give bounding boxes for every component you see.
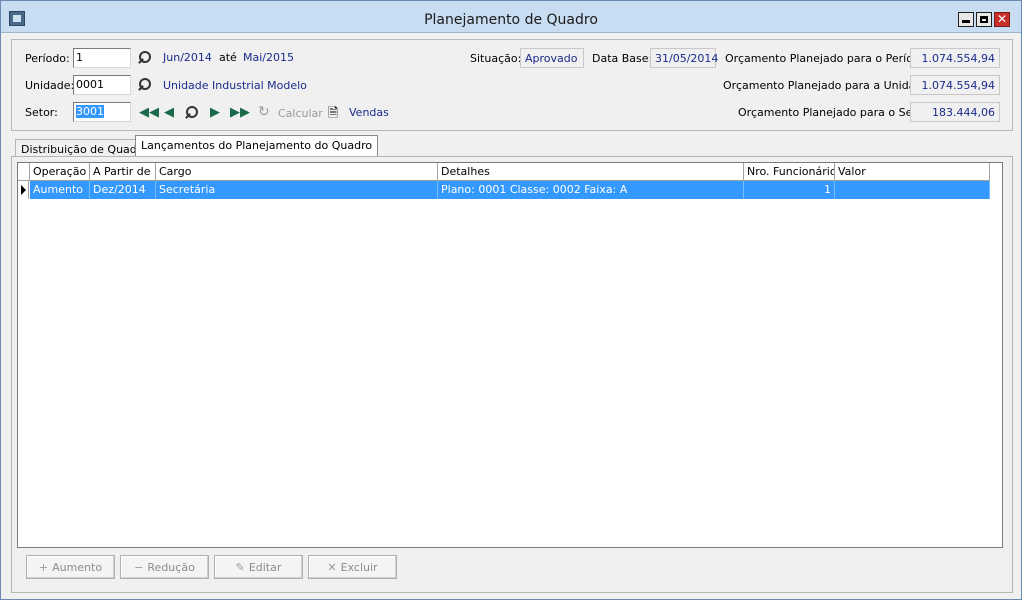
col-operacao[interactable]: Operação bbox=[30, 163, 90, 181]
unidade-nome: Unidade Industrial Modelo bbox=[163, 79, 307, 92]
grid-header-indicator bbox=[18, 163, 30, 181]
ate-label: até bbox=[219, 51, 237, 64]
reducao-button[interactable]: − Redução bbox=[120, 555, 209, 579]
vendas-link[interactable]: Vendas bbox=[349, 106, 389, 119]
orc-periodo-label: Orçamento Planejado para o Período: bbox=[725, 52, 931, 65]
excluir-button[interactable]: ✕ Excluir bbox=[308, 555, 397, 579]
col-cargo[interactable]: Cargo bbox=[156, 163, 438, 181]
cell-operacao[interactable]: Aumento bbox=[30, 181, 90, 199]
tab-distribuicao[interactable]: Distribuição de Quadro bbox=[15, 139, 154, 157]
setor-input[interactable]: 3001 bbox=[73, 102, 131, 122]
title-bar[interactable]: Planejamento de Quadro ✕ bbox=[1, 1, 1021, 33]
cell-detalhes[interactable]: Plano: 0001 Classe: 0002 Faixa: A bbox=[438, 181, 744, 199]
unidade-label: Unidade: bbox=[25, 79, 75, 92]
setor-search-icon[interactable] bbox=[185, 106, 199, 120]
periodo-search-icon[interactable] bbox=[138, 51, 152, 65]
close-icon: ✕ bbox=[996, 12, 1008, 26]
previous-record-icon[interactable]: ◀ bbox=[164, 105, 174, 120]
pencil-icon: ✎ bbox=[235, 561, 245, 574]
grid-header: Operação A Partir de Cargo Detalhes Nro.… bbox=[18, 163, 1002, 181]
periodo-fim: Mai/2015 bbox=[243, 51, 294, 64]
refresh-icon: ↻ bbox=[258, 104, 270, 120]
aumento-label: Aumento bbox=[52, 561, 103, 574]
maximize-icon bbox=[980, 16, 988, 23]
periodo-label: Período: bbox=[25, 52, 70, 65]
reducao-label: Redução bbox=[147, 561, 195, 574]
col-nro-funcionarios[interactable]: Nro. Funcionários bbox=[744, 163, 835, 181]
setor-label: Setor: bbox=[25, 106, 58, 119]
situacao-label: Situação: bbox=[470, 52, 522, 65]
minimize-button[interactable] bbox=[958, 12, 974, 27]
col-valor[interactable]: Valor bbox=[835, 163, 990, 181]
tabs-area: Distribuição de Quadro Lançamentos do Pl… bbox=[11, 133, 1013, 593]
orc-unidade-value: 1.074.554,94 bbox=[910, 75, 1000, 95]
editar-button[interactable]: ✎ Editar bbox=[214, 555, 303, 579]
x-icon: ✕ bbox=[327, 561, 337, 574]
aumento-button[interactable]: + Aumento bbox=[26, 555, 115, 579]
orc-setor-label: Orçamento Planejado para o Setor: bbox=[738, 106, 932, 119]
last-record-icon[interactable]: ▶▶ bbox=[230, 105, 250, 120]
lancamentos-grid[interactable]: Operação A Partir de Cargo Detalhes Nro.… bbox=[17, 162, 1003, 548]
orc-unidade-label: Orçamento Planejado para a Unidade: bbox=[723, 79, 933, 92]
header-panel: Período: 1 Jun/2014 até Mai/2015 Situaçã… bbox=[11, 39, 1013, 131]
tab-lancamentos[interactable]: Lançamentos do Planejamento do Quadro bbox=[135, 135, 379, 157]
maximize-button[interactable] bbox=[976, 12, 992, 27]
calcular-button[interactable]: Calcular bbox=[278, 107, 323, 120]
row-indicator-icon bbox=[18, 181, 29, 199]
cell-cargo[interactable]: Secretária bbox=[156, 181, 438, 199]
minus-icon: − bbox=[134, 561, 144, 574]
unidade-input[interactable]: 0001 bbox=[73, 75, 131, 95]
cell-nro-funcionarios[interactable]: 1 bbox=[744, 181, 835, 199]
data-base-value: 31/05/2014 bbox=[650, 48, 718, 68]
orc-periodo-value: 1.074.554,94 bbox=[910, 48, 1000, 68]
window-title: Planejamento de Quadro bbox=[424, 12, 598, 28]
tab-panel-lancamentos: Operação A Partir de Cargo Detalhes Nro.… bbox=[11, 156, 1013, 593]
vendas-icon: 🗎 bbox=[328, 106, 339, 121]
close-button[interactable]: ✕ bbox=[994, 12, 1010, 27]
orc-setor-value: 183.444,06 bbox=[910, 102, 1000, 122]
col-a-partir-de[interactable]: A Partir de bbox=[90, 163, 156, 181]
next-record-icon[interactable]: ▶ bbox=[210, 105, 220, 120]
first-record-icon[interactable]: ◀◀ bbox=[139, 105, 159, 120]
minimize-icon bbox=[962, 20, 970, 23]
situacao-value: Aprovado bbox=[520, 48, 584, 68]
table-row[interactable]: Aumento Dez/2014 Secretária Plano: 0001 … bbox=[18, 181, 1002, 199]
cell-a-partir-de[interactable]: Dez/2014 bbox=[90, 181, 156, 199]
main-window: Planejamento de Quadro ✕ Período: 1 Jun/… bbox=[0, 0, 1022, 600]
setor-input-value: 3001 bbox=[76, 105, 104, 118]
excluir-label: Excluir bbox=[340, 561, 378, 574]
editar-label: Editar bbox=[248, 561, 282, 574]
cell-valor[interactable] bbox=[835, 181, 990, 199]
periodo-inicio: Jun/2014 bbox=[163, 51, 212, 64]
periodo-input[interactable]: 1 bbox=[73, 48, 131, 68]
unidade-search-icon[interactable] bbox=[138, 78, 152, 92]
plus-icon: + bbox=[38, 561, 49, 574]
col-detalhes[interactable]: Detalhes bbox=[438, 163, 744, 181]
data-base-label: Data Base: bbox=[592, 52, 653, 65]
